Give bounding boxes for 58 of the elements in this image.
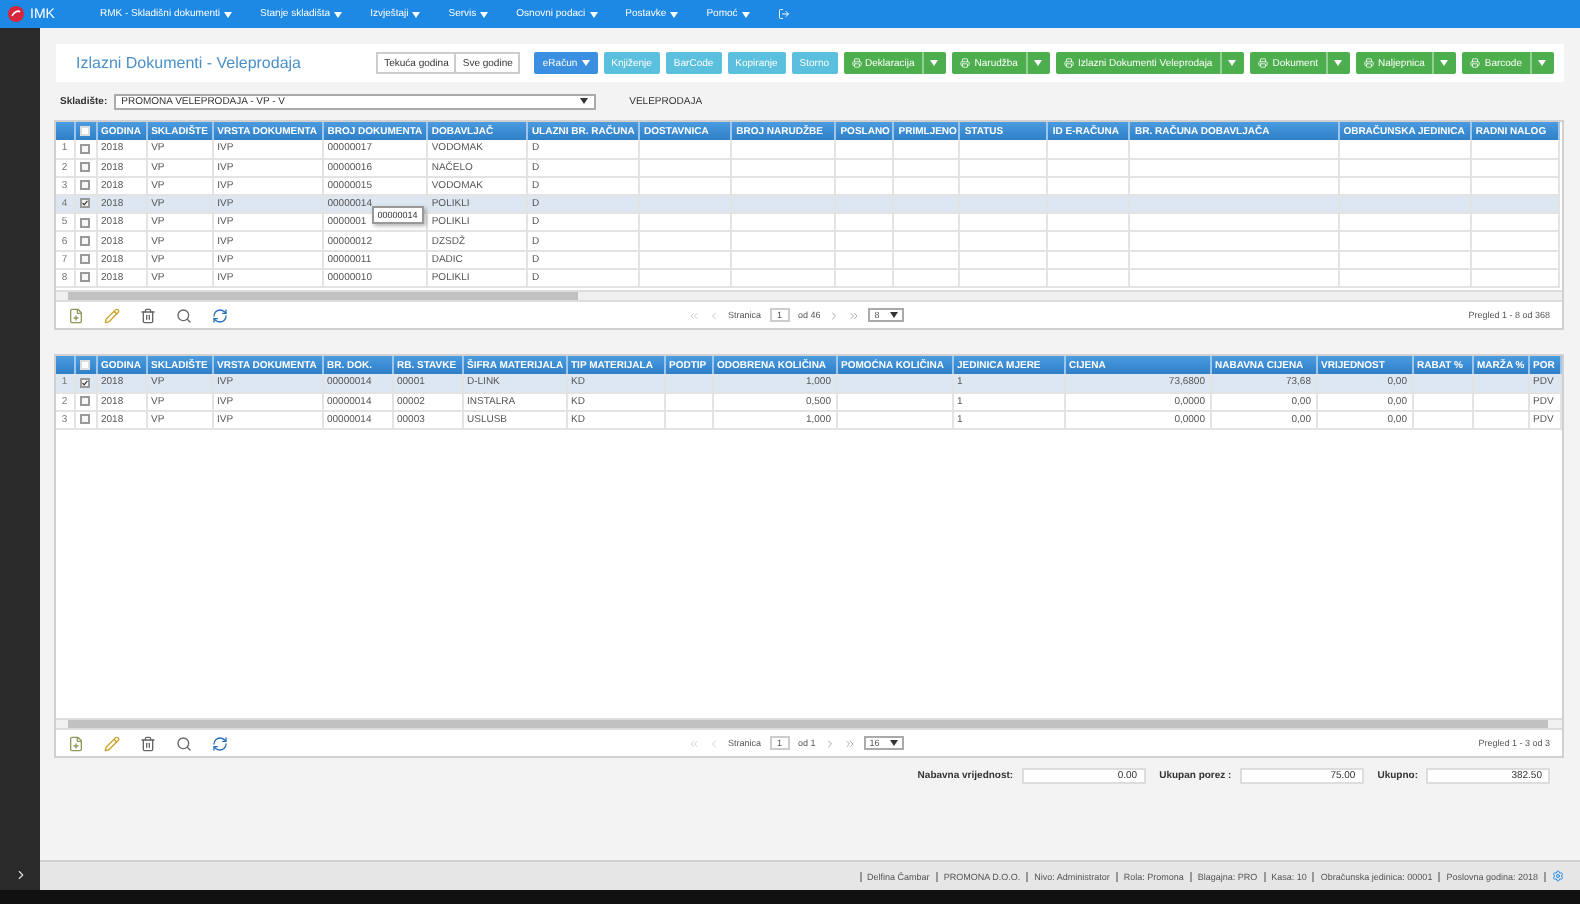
row-checkbox[interactable] <box>79 198 90 209</box>
logout-icon[interactable] <box>777 8 790 20</box>
caret-icon <box>579 98 588 104</box>
row-checkbox[interactable] <box>79 414 89 425</box>
trash-icon[interactable] <box>140 735 156 751</box>
refresh-icon[interactable] <box>212 307 228 323</box>
last-page-icon[interactable] <box>843 737 856 749</box>
caret-icon <box>889 312 898 318</box>
scrollbar-thumb[interactable] <box>68 720 1548 728</box>
refresh-icon[interactable] <box>212 735 228 751</box>
printer-icon <box>1258 58 1269 68</box>
page-title: Izlazni Dokumenti - Veleprodaja <box>76 54 304 72</box>
caret-icon <box>889 740 898 746</box>
row-checkbox[interactable] <box>79 235 90 246</box>
printer-icon <box>1364 58 1375 68</box>
trash-icon[interactable] <box>140 307 156 323</box>
caret-icon <box>670 11 679 17</box>
add-document-icon[interactable] <box>68 735 84 751</box>
logo-icon <box>8 6 24 22</box>
row-checkbox[interactable] <box>79 161 90 172</box>
search-icon[interactable] <box>176 735 192 751</box>
caret-icon <box>412 11 421 17</box>
next-page-icon[interactable] <box>828 309 841 321</box>
search-icon[interactable] <box>176 307 192 323</box>
caret-icon <box>1334 60 1343 66</box>
next-page-icon[interactable] <box>823 737 836 749</box>
row-checkbox[interactable] <box>79 217 90 228</box>
row-checkbox[interactable] <box>79 180 90 191</box>
caret-icon <box>589 11 598 17</box>
caret-icon <box>480 11 489 17</box>
caret-icon <box>930 60 939 66</box>
pencil-icon[interactable] <box>104 307 120 323</box>
printer-icon <box>851 58 862 68</box>
caret-icon <box>1538 60 1546 66</box>
first-page-icon[interactable] <box>688 309 700 321</box>
caret-icon <box>224 11 233 17</box>
caret-icon <box>1440 60 1449 66</box>
row-checkbox[interactable] <box>79 272 90 283</box>
select-all-checkbox[interactable] <box>79 125 90 136</box>
printer-icon <box>960 58 971 68</box>
caret-icon <box>1228 60 1237 66</box>
caret-icon <box>581 60 590 66</box>
add-document-icon[interactable] <box>68 307 84 323</box>
row-checkbox[interactable] <box>79 395 89 406</box>
caret-icon <box>334 11 343 17</box>
scrollbar-thumb[interactable] <box>68 292 578 300</box>
caret-icon <box>1033 60 1042 66</box>
expand-icon[interactable] <box>13 868 27 882</box>
first-page-icon[interactable] <box>688 737 700 749</box>
pencil-icon[interactable] <box>104 735 120 751</box>
row-checkbox[interactable] <box>79 253 90 264</box>
row-checkbox[interactable] <box>79 377 89 388</box>
printer-icon <box>1470 58 1481 68</box>
row-checkbox[interactable] <box>79 143 90 154</box>
settings-icon[interactable] <box>1552 870 1564 882</box>
caret-icon <box>741 11 750 17</box>
printer-icon <box>1063 58 1074 68</box>
select-all-checkbox[interactable] <box>79 359 89 370</box>
